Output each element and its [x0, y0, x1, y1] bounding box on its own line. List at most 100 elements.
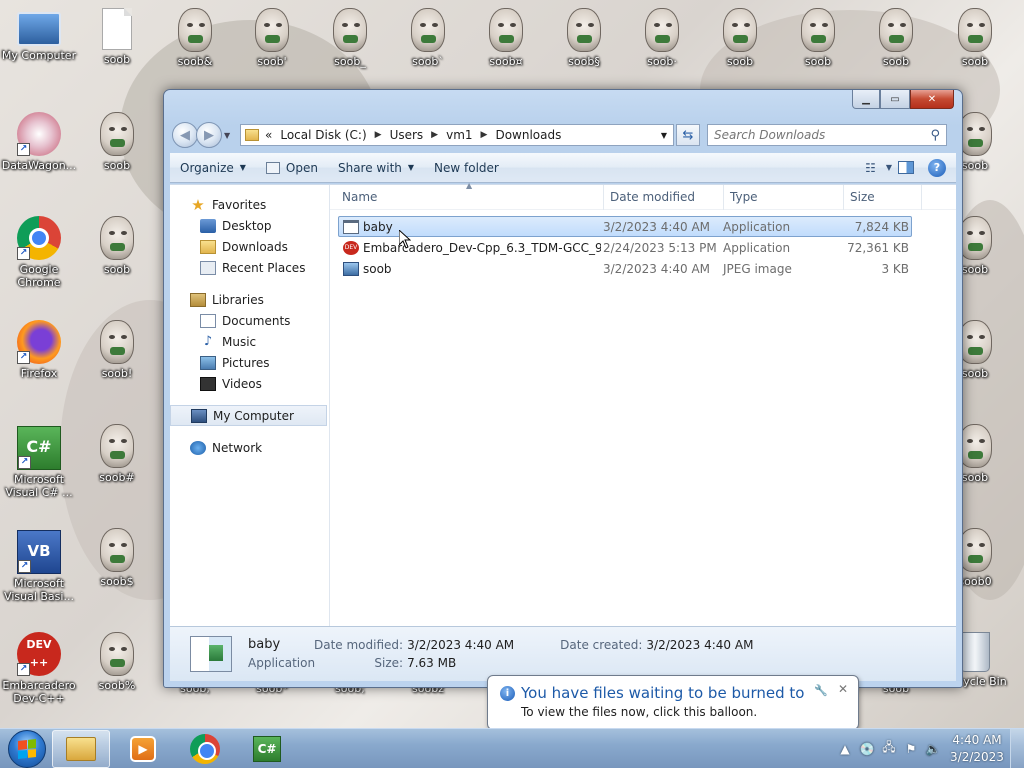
clock[interactable]: 4:40 AM 3/2/2023 [944, 732, 1010, 766]
show-hidden-icons-icon[interactable]: ▲ [834, 742, 856, 756]
nav-desktop[interactable]: Desktop [170, 215, 329, 236]
desktop-icon-soob[interactable]: soob_ [311, 8, 389, 68]
desktop-icon-dev-cpp[interactable]: DEV ++ ↗ Embarcadero Dev-C++ [0, 632, 78, 705]
nav-documents[interactable]: Documents [170, 310, 329, 331]
network-icon[interactable]: 🖧 [878, 738, 900, 759]
column-header-date-modified[interactable]: Date modified [604, 184, 724, 210]
breadcrumb-vm1[interactable]: vm1 [446, 128, 472, 142]
nav-network[interactable]: Network [170, 437, 329, 458]
address-dropdown-icon[interactable]: ▼ [661, 131, 667, 140]
desktop-icon-soob[interactable]: soob· [623, 8, 701, 68]
explorer-window[interactable]: ▁ ▭ ✕ ◀ ▶ ▼ « Local Disk (C:) ▶ Users ▶ … [163, 89, 963, 688]
start-button[interactable] [8, 729, 46, 768]
desktop-icon-visual-csharp[interactable]: C# ↗ Microsoft Visual C# ... [0, 426, 78, 499]
desktop-icon-soob[interactable]: soob¤ [467, 8, 545, 68]
burn-files-notification[interactable]: i You have files waiting to be burned to … [487, 675, 859, 738]
videos-icon [200, 376, 216, 391]
desktop-icon-soob[interactable]: soob' [233, 8, 311, 68]
application-thumbnail-icon [190, 636, 232, 672]
share-with-button[interactable]: Share with ▼ [328, 153, 424, 183]
nav-music[interactable]: ♪ Music [170, 331, 329, 352]
my-computer-icon [17, 12, 61, 46]
desktop-icon-soob[interactable]: soob [78, 112, 156, 172]
desktop-icon-soob[interactable]: soob# [78, 424, 156, 484]
notification-title: You have files waiting to be burned to d… [521, 684, 810, 702]
change-view-button[interactable]: ☷ ▼ [859, 153, 898, 183]
clock-time: 4:40 AM [952, 732, 1002, 747]
file-row-embarcadero-dev-cpp[interactable]: DEV Embarcadero_Dev-Cpp_6.3_TDM-GCC_9....… [338, 237, 912, 258]
volume-icon[interactable]: 🔈 [922, 742, 944, 756]
nav-downloads[interactable]: Downloads [170, 236, 329, 257]
desktop-icon-soob[interactable]: soob [857, 8, 935, 68]
breadcrumb-downloads[interactable]: Downloads [495, 128, 561, 142]
column-header-type[interactable]: Type [724, 184, 844, 210]
desktop-icon-soob[interactable]: soob [701, 8, 779, 68]
desktop-icon-google-chrome[interactable]: ↗ Google Chrome [0, 216, 78, 289]
desktop-icon-soob[interactable]: soob [779, 8, 857, 68]
network-icon [190, 440, 206, 455]
visual-csharp-icon: C# ↗ [17, 426, 61, 470]
desktop-icon-my-computer[interactable]: My Computer [0, 8, 78, 62]
breadcrumb-separator-icon[interactable]: ▶ [481, 130, 488, 140]
desktop-icon-soob[interactable]: soob$ [78, 528, 156, 588]
desktop-icon-soob[interactable]: soob [78, 216, 156, 276]
desktop-icon-soob[interactable]: soob% [78, 632, 156, 692]
breadcrumb-local-disk[interactable]: Local Disk (C:) [280, 128, 366, 142]
organize-button[interactable]: Organize ▼ [170, 153, 256, 183]
music-icon: ♪ [203, 333, 213, 349]
search-icon[interactable]: ⚲ [930, 128, 940, 143]
refresh-button[interactable]: ⇆ [676, 124, 700, 146]
breadcrumb-separator-icon[interactable]: ▶ [375, 130, 382, 140]
breadcrumb-overflow[interactable]: « [265, 128, 272, 142]
desktop-icon-datawagon[interactable]: ↗ DataWagon... [0, 112, 78, 172]
recent-pages-dropdown[interactable]: ▼ [224, 131, 236, 140]
breadcrumb-separator-icon[interactable]: ▶ [431, 130, 438, 140]
nav-favorites[interactable]: ★ Favorites [170, 194, 329, 215]
taskbar-media-player-button[interactable]: ▶ [114, 730, 172, 768]
desktop-icon-soob[interactable]: soob! [78, 320, 156, 380]
file-row-baby[interactable]: baby 3/2/2023 4:40 AM Application 7,824 … [338, 216, 912, 237]
nav-my-computer[interactable]: My Computer [170, 405, 327, 426]
desktop-icon-soob[interactable]: soob` [389, 8, 467, 68]
desktop-icon-soob[interactable]: soob& [156, 8, 234, 68]
desktop-icon-firefox[interactable]: ↗ Firefox [0, 320, 78, 380]
soob-image-icon [100, 320, 134, 364]
show-desktop-button[interactable] [1010, 728, 1024, 768]
breadcrumb-users[interactable]: Users [390, 128, 424, 142]
burn-disc-icon[interactable]: 💿 [856, 742, 878, 756]
file-row-soob[interactable]: soob 3/2/2023 4:40 AM JPEG image 3 KB [338, 258, 912, 279]
taskbar-visual-csharp-button[interactable]: C# [238, 730, 296, 768]
desktop-icon-soob[interactable]: soob [78, 8, 156, 66]
desktop-icon-visual-basic[interactable]: VB ↗ Microsoft Visual Basi... [0, 530, 78, 603]
desktop-icon-soob[interactable]: soob§ [545, 8, 623, 68]
maximize-button[interactable]: ▭ [880, 90, 910, 109]
action-center-flag-icon[interactable]: ⚑ [900, 742, 922, 756]
column-header-size[interactable]: Size [844, 184, 922, 210]
new-folder-button[interactable]: New folder [424, 153, 509, 183]
open-button[interactable]: Open [256, 153, 328, 183]
visual-basic-icon: VB ↗ [17, 530, 61, 574]
back-button[interactable]: ◀ [172, 122, 198, 148]
notification-options-icon[interactable]: 🔧 [814, 684, 828, 697]
close-button[interactable]: ✕ [910, 90, 954, 109]
taskbar-explorer-button[interactable] [52, 729, 110, 768]
search-box[interactable]: ⚲ [707, 124, 947, 146]
soob-image-icon [333, 8, 367, 52]
close-icon[interactable]: ✕ [838, 682, 848, 696]
address-bar[interactable]: « Local Disk (C:) ▶ Users ▶ vm1 ▶ Downlo… [240, 124, 674, 146]
nav-libraries[interactable]: Libraries [170, 289, 329, 310]
desktop-icon-soob[interactable]: soob [936, 8, 1014, 68]
soob-image-icon [958, 216, 992, 260]
forward-button[interactable]: ▶ [196, 122, 222, 148]
help-icon[interactable]: ? [928, 158, 946, 177]
shortcut-arrow-icon: ↗ [17, 143, 30, 156]
soob-image-icon [958, 112, 992, 156]
folder-icon [66, 736, 96, 761]
nav-recent-places[interactable]: Recent Places [170, 257, 329, 278]
taskbar-chrome-button[interactable] [176, 730, 234, 768]
search-input[interactable] [714, 128, 914, 142]
nav-pictures[interactable]: Pictures [170, 352, 329, 373]
preview-pane-icon[interactable] [898, 161, 914, 174]
minimize-button[interactable]: ▁ [852, 90, 880, 109]
nav-videos[interactable]: Videos [170, 373, 329, 394]
